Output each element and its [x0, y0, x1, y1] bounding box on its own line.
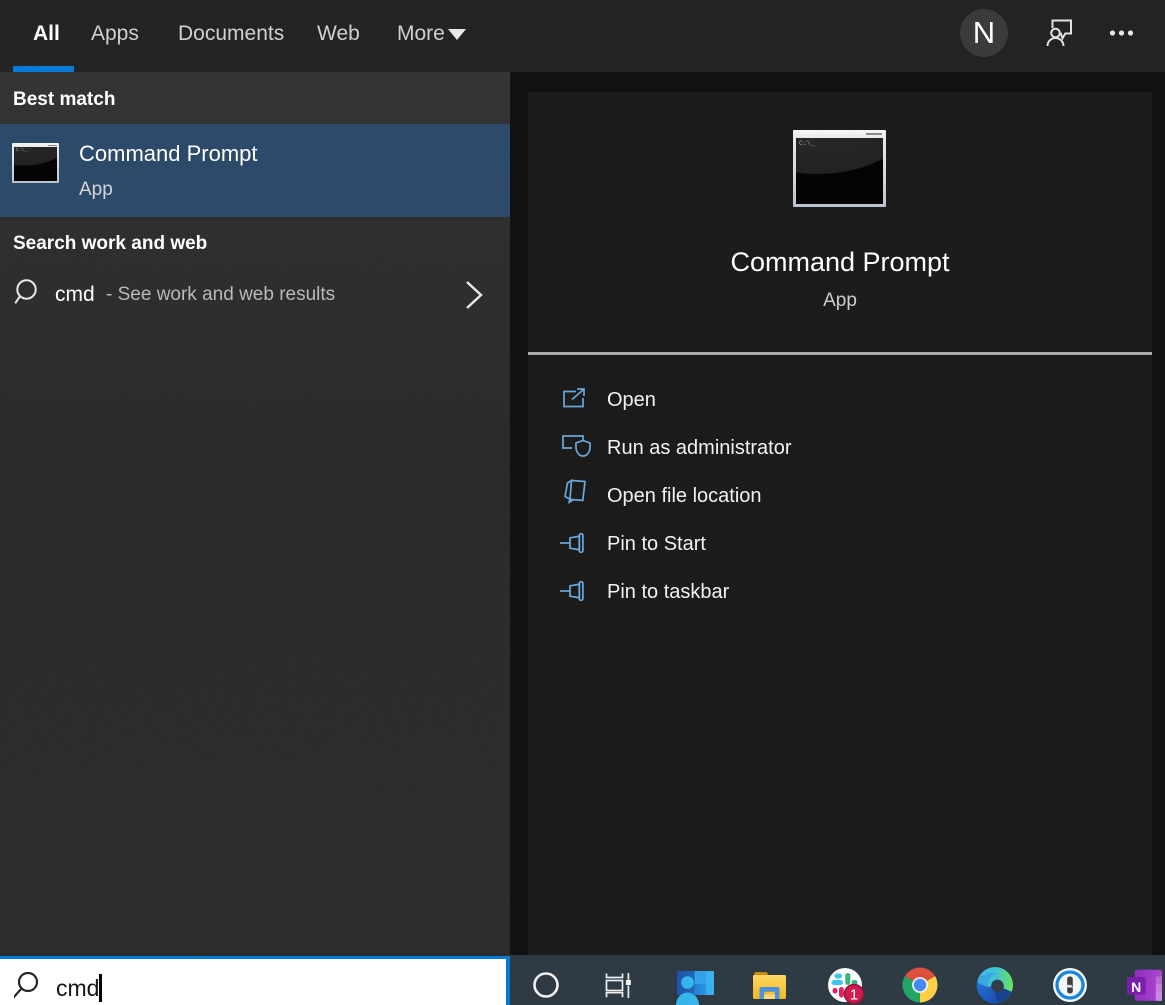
svg-text:N: N — [1131, 979, 1141, 995]
svg-text:1: 1 — [850, 987, 858, 1004]
